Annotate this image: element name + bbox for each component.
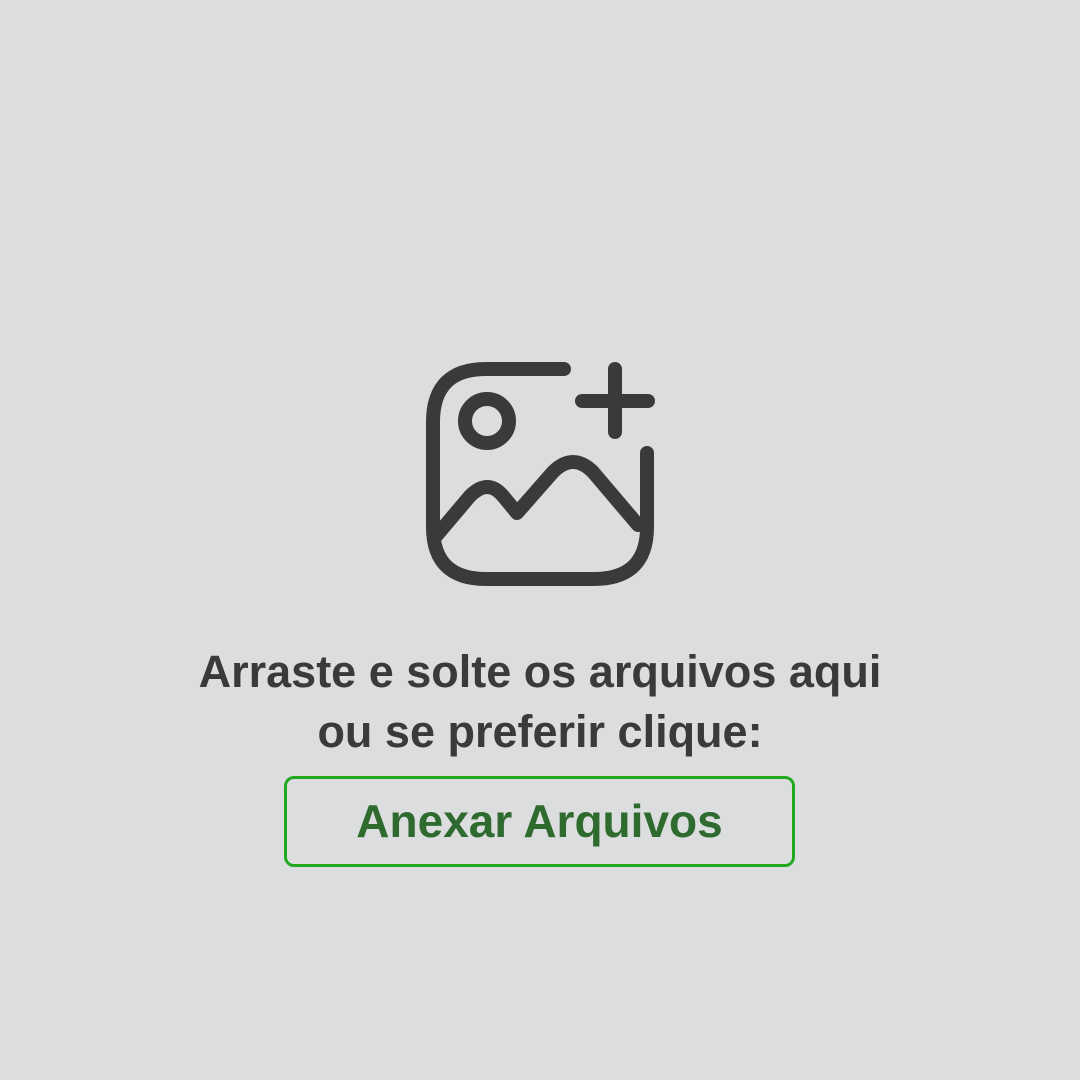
file-dropzone[interactable]: Arraste e solte os arquivos aqui ou se p… [0, 0, 1080, 1080]
instruction-line-2: ou se preferir clique: [317, 706, 763, 757]
instruction-line-1: Arraste e solte os arquivos aqui [198, 646, 882, 697]
add-image-icon [420, 355, 660, 595]
dropzone-instructions: Arraste e solte os arquivos aqui ou se p… [0, 642, 1080, 762]
attach-files-button[interactable]: Anexar Arquivos [284, 776, 795, 867]
